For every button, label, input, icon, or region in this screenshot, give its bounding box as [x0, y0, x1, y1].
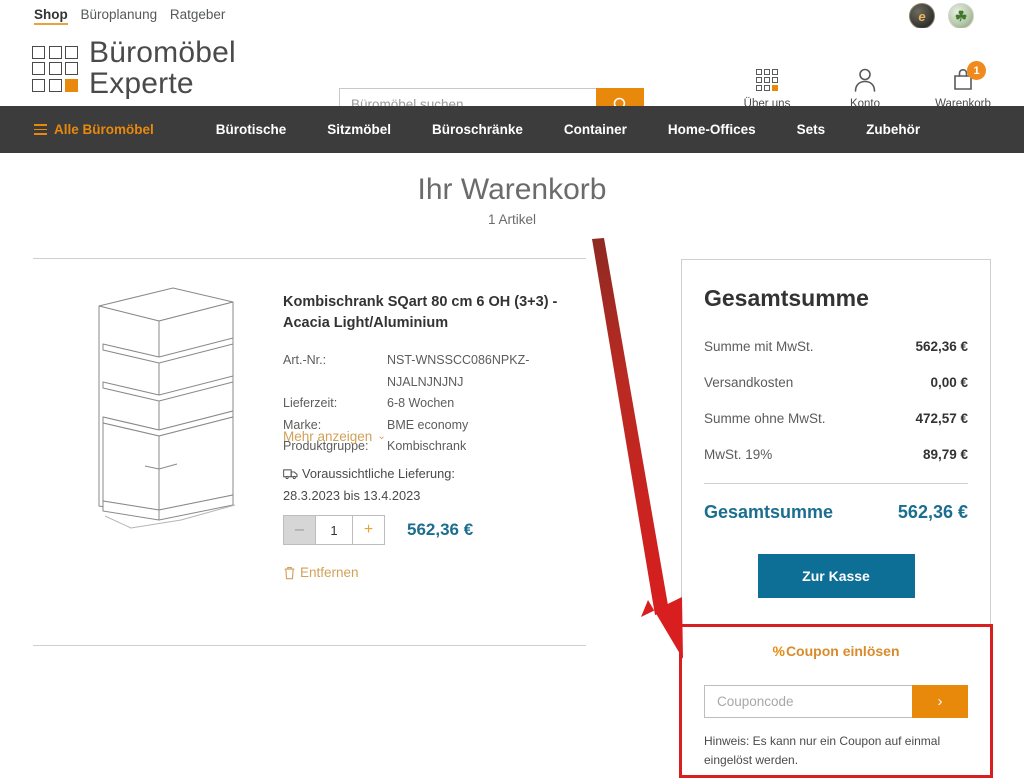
coupon-section: %Coupon einlösen › Hinweis: Es kann nur …	[681, 626, 991, 778]
spec-row: Lieferzeit: 6-8 Wochen	[283, 393, 583, 415]
quantity-value[interactable]: 1	[316, 516, 352, 544]
show-more-link[interactable]: Mehr anzeigen ⌄	[283, 429, 386, 444]
summary-row-label: Summe mit MwSt.	[704, 339, 814, 354]
trash-icon	[284, 566, 295, 579]
header-cart[interactable]: 1 Warenkorb	[932, 61, 994, 110]
header-account[interactable]: Konto	[834, 65, 896, 110]
nav-item-bueroschraenke[interactable]: Büroschränke	[432, 122, 523, 137]
trust-seals: e ☘	[909, 3, 974, 29]
coupon-title-label: Coupon einlösen	[785, 643, 900, 659]
checkout-button[interactable]: Zur Kasse	[757, 554, 915, 598]
delivery-dates: 28.3.2023 bis 13.4.2023	[283, 487, 421, 503]
order-summary: Gesamtsumme Summe mit MwSt. 562,36 € Ver…	[681, 259, 991, 625]
item-price: 562,36 €	[407, 520, 474, 539]
header-about-us[interactable]: Über uns	[736, 65, 798, 110]
spec-value: 6-8 Wochen	[387, 396, 455, 411]
summary-row-label: Summe ohne MwSt.	[704, 411, 826, 426]
cart-badge: 1	[967, 61, 986, 80]
product-image[interactable]	[85, 284, 245, 534]
nav-item-sets[interactable]: Sets	[797, 122, 826, 137]
summary-row-amount: 562,36 €	[915, 339, 968, 354]
delivery-info: Voraussichtliche Lieferung: 28.3.2023 bi…	[283, 464, 573, 506]
summary-row: Summe ohne MwSt. 472,57 €	[704, 411, 968, 426]
utility-links: Shop Büroplanung Ratgeber	[34, 7, 234, 25]
utility-link-ratgeber[interactable]: Ratgeber	[170, 7, 226, 22]
checkout-wrap: Zur Kasse	[704, 554, 968, 598]
quantity-decrease-button[interactable]: –	[284, 516, 316, 544]
coupon-submit-button[interactable]: ›	[912, 685, 968, 718]
about-us-icon-wrap	[736, 65, 798, 95]
remove-item-label: Entfernen	[300, 565, 359, 580]
utility-bar: Shop Büroplanung Ratgeber e ☘	[0, 0, 1024, 29]
cart-page: Shop Büroplanung Ratgeber e ☘ Büromöbel …	[0, 0, 1024, 778]
annotation-arrow	[592, 238, 683, 659]
summary-total-label: Gesamtsumme	[704, 502, 834, 522]
quantity-row: – 1 + 562,36 €	[283, 515, 473, 545]
nav-all-label: Alle Büromöbel	[54, 122, 154, 137]
logo-grid-icon	[32, 45, 78, 92]
divider-top	[33, 258, 586, 259]
header-icon-group: Über uns Konto 1 Warenkorb	[736, 61, 994, 110]
utility-link-shop[interactable]: Shop	[34, 7, 68, 25]
quantity-stepper: – 1 +	[283, 515, 385, 545]
spec-row: Art.-Nr.: NST-WNSSCC086NPKZ-NJALNJNJNJ	[283, 350, 583, 393]
nav-item-sitzmoebel[interactable]: Sitzmöbel	[327, 122, 391, 137]
site-header: Büromöbel Experte Büromöbel suchen... Üb…	[0, 28, 1024, 120]
utility-link-bueroplanung[interactable]: Büroplanung	[81, 7, 158, 22]
spec-value: NST-WNSSCC086NPKZ-NJALNJNJNJ	[387, 353, 530, 389]
divider-bottom	[33, 645, 586, 646]
summary-row-amount: 89,79 €	[922, 447, 968, 462]
coupon-input-row: ›	[704, 685, 968, 718]
logo-line-2: Experte	[89, 66, 194, 100]
trust-seal-dark-icon[interactable]: e	[909, 3, 935, 29]
coupon-note: Hinweis: Es kann nur ein Coupon auf einm…	[704, 734, 941, 767]
logo[interactable]: Büromöbel Experte	[32, 36, 236, 100]
summary-row: Versandkosten 0,00 €	[704, 375, 968, 390]
logo-line-1: Büromöbel	[89, 36, 236, 69]
summary-total-amount: 562,36 €	[897, 502, 968, 522]
spec-key: Lieferzeit:	[283, 396, 338, 411]
summary-row: Summe mit MwSt. 562,36 €	[704, 339, 968, 354]
nav-item-container[interactable]: Container	[564, 122, 627, 137]
nav-all-products[interactable]: Alle Büromöbel	[34, 122, 154, 137]
coupon-title[interactable]: %Coupon einlösen	[704, 643, 968, 659]
chevron-down-icon: ⌄	[377, 431, 386, 442]
remove-item-link[interactable]: Entfernen	[283, 565, 359, 580]
summary-row-amount: 0,00 €	[930, 375, 968, 390]
quantity-increase-button[interactable]: +	[352, 516, 384, 544]
nav-item-buerotische[interactable]: Bürotische	[216, 122, 287, 137]
grid-icon	[756, 69, 778, 91]
summary-row-label: MwSt. 19%	[704, 447, 773, 462]
truck-icon	[283, 466, 298, 486]
percent-icon: %	[772, 643, 785, 659]
kombischrank-icon	[98, 287, 236, 529]
summary-divider	[704, 483, 968, 484]
chevron-right-icon: ›	[937, 693, 943, 710]
summary-row-label: Versandkosten	[704, 375, 794, 390]
trust-seal-green-glyph: ☘	[954, 7, 968, 24]
nav-item-zubehoer[interactable]: Zubehör	[866, 122, 920, 137]
show-more-label: Mehr anzeigen	[283, 429, 373, 444]
page-title: Ihr Warenkorb	[417, 173, 607, 206]
logo-text: Büromöbel Experte	[89, 36, 236, 100]
product-title[interactable]: Kombischrank SQart 80 cm 6 OH (3+3) - Ac…	[283, 292, 583, 333]
trust-seal-dark-glyph: e	[918, 8, 926, 24]
page-subtitle: 1 Artikel	[487, 212, 537, 227]
account-icon-wrap	[834, 65, 896, 95]
nav-items: Bürotische Sitzmöbel Büroschränke Contai…	[216, 122, 920, 137]
spec-value: BME economy	[387, 417, 469, 432]
main-nav: Alle Büromöbel Bürotische Sitzmöbel Büro…	[0, 106, 1024, 153]
trust-seal-green-icon[interactable]: ☘	[948, 3, 974, 29]
coupon-input[interactable]	[704, 685, 912, 718]
spec-key: Art.-Nr.:	[283, 353, 327, 368]
summary-row: MwSt. 19% 89,79 €	[704, 447, 968, 462]
nav-item-home-offices[interactable]: Home-Offices	[668, 122, 756, 137]
summary-row-amount: 472,57 €	[915, 411, 968, 426]
delivery-label: Voraussichtliche Lieferung:	[302, 466, 455, 481]
summary-heading: Gesamtsumme	[704, 285, 869, 311]
hamburger-icon	[34, 124, 47, 135]
summary-total-row: Gesamtsumme 562,36 €	[704, 502, 968, 523]
user-icon	[854, 68, 876, 92]
spec-value: Kombischrank	[387, 439, 467, 454]
